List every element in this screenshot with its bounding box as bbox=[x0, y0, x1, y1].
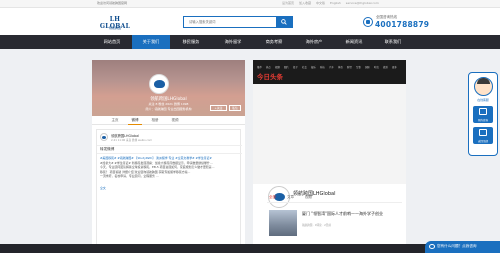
post-heading: 转发微博 bbox=[100, 147, 115, 151]
chinese-link[interactable]: 中文版 bbox=[316, 1, 325, 5]
toutiao-nav-item[interactable]: 汽车 bbox=[329, 65, 334, 69]
toutiao-nav-item[interactable]: 推荐 bbox=[257, 65, 262, 69]
toutiao-nav-item[interactable]: 时尚 bbox=[374, 65, 379, 69]
weibo-post: 领航跨国LHGlobal 2-21 11:06 来自 微博 weibo.com … bbox=[96, 129, 242, 250]
back-to-top-button[interactable]: 返回顶部 bbox=[473, 127, 493, 144]
toutiao-nav-item[interactable]: 娱乐 bbox=[311, 65, 316, 69]
tab-home[interactable]: 主页 bbox=[108, 117, 122, 125]
logo-subtitle: 领航跨国 bbox=[108, 26, 121, 30]
set-homepage-link[interactable]: 设为首页 bbox=[282, 1, 294, 5]
nav-item-immigration[interactable]: 移民服务 bbox=[170, 35, 212, 49]
service-sidebar: 在线客服 预约咨询 返回顶部 bbox=[468, 72, 498, 156]
top-info-bar: 欢迎访问领航跨国官网 设为首页 加入收藏 中文版 English service… bbox=[0, 0, 500, 8]
tab-all[interactable]: 全部 bbox=[269, 195, 276, 200]
english-link[interactable]: English bbox=[330, 1, 341, 5]
toutiao-nav-item[interactable]: 体育 bbox=[338, 65, 343, 69]
weibo-card: 领航跨国LHGlobal 关注 8 粉丝 2621 微博 1098 简介：领航跨… bbox=[92, 60, 245, 250]
arrow-up-icon bbox=[479, 129, 487, 136]
toutiao-header: 推荐 热点 视频 图片 段子 社会 娱乐 科技 汽车 体育 财经 军事 国际 时… bbox=[253, 60, 406, 84]
divider bbox=[97, 153, 242, 154]
tab-weibo[interactable]: 微博 bbox=[128, 117, 142, 125]
tab-album[interactable]: 相册 bbox=[148, 117, 162, 125]
weibo-tabs: 主页 微博 相册 视频 bbox=[92, 116, 245, 125]
online-service-label[interactable]: 在线客服 bbox=[469, 98, 497, 102]
hotline-number: 4001788879 bbox=[375, 20, 430, 29]
nav-item-home[interactable]: 网站首页 bbox=[92, 35, 132, 49]
add-favorite-link[interactable]: 加入收藏 bbox=[299, 1, 311, 5]
toutiao-nav-item[interactable]: 财经 bbox=[347, 65, 352, 69]
toutiao-nav-item[interactable]: 科技 bbox=[320, 65, 325, 69]
post-text: #美国移民# #领航跨国# 【StudyPath】 澳洲留学 专业 #全英文教学… bbox=[100, 156, 238, 179]
toutiao-card: 推荐 热点 视频 图片 段子 社会 娱乐 科技 汽车 体育 财经 军事 国际 时… bbox=[253, 60, 406, 250]
tab-video[interactable]: 视频 bbox=[305, 195, 312, 200]
post-time: 2-21 11:06 来自 微博 weibo.com bbox=[111, 139, 153, 142]
weibo-cover: 领航跨国LHGlobal 关注 8 粉丝 2621 微博 1098 简介：领航跨… bbox=[92, 60, 245, 116]
toutiao-nav-item[interactable]: 社会 bbox=[302, 65, 307, 69]
toutiao-nav-item[interactable]: 军事 bbox=[356, 65, 361, 69]
search-icon bbox=[281, 19, 287, 25]
search-box bbox=[183, 16, 293, 28]
toutiao-logo[interactable]: 今日头条 bbox=[257, 71, 283, 81]
article-meta: 领航跨国 · 0评论 · 2天前 bbox=[302, 224, 331, 227]
toutiao-nav: 推荐 热点 视频 图片 段子 社会 娱乐 科技 汽车 体育 财经 军事 国际 时… bbox=[253, 65, 406, 69]
toutiao-nav-item[interactable]: 更多 bbox=[392, 65, 397, 69]
toutiao-nav-item[interactable]: 视频 bbox=[275, 65, 280, 69]
search-button[interactable] bbox=[276, 17, 292, 27]
site-logo[interactable]: LH GLOBAL 领航跨国 bbox=[96, 16, 134, 34]
nav-item-study[interactable]: 海外留学 bbox=[212, 35, 254, 49]
nav-item-contact[interactable]: 联系我们 bbox=[374, 35, 412, 49]
toutiao-nav-item[interactable]: 图片 bbox=[284, 65, 289, 69]
toutiao-nav-item[interactable]: 段子 bbox=[293, 65, 298, 69]
chat-icon bbox=[429, 244, 435, 249]
weibo-avatar[interactable] bbox=[149, 74, 169, 94]
phone-icon bbox=[363, 17, 373, 27]
follow-button[interactable]: +关注 bbox=[210, 105, 227, 111]
email-link[interactable]: service@lhglobal.com bbox=[346, 1, 379, 5]
article-title[interactable]: 厦门 "领智湾"国际人才前哨——海外学子创业 bbox=[302, 211, 383, 217]
calendar-icon bbox=[479, 108, 487, 115]
toutiao-nav-item[interactable]: 旅游 bbox=[383, 65, 388, 69]
main-nav: 网站首页 关于我们 移民服务 海外留学 商务考察 海外房产 新闻资讯 联系我们 bbox=[0, 35, 500, 49]
nav-item-about[interactable]: 关于我们 bbox=[132, 35, 170, 49]
chat-button[interactable]: 您有什么问题？点我咨询 bbox=[425, 241, 500, 253]
back-to-top-label: 返回顶部 bbox=[477, 140, 488, 143]
toutiao-nav-item[interactable]: 热点 bbox=[266, 65, 271, 69]
top-links: 设为首页 加入收藏 中文版 English service@lhglobal.c… bbox=[282, 1, 383, 5]
search-input[interactable] bbox=[184, 17, 277, 27]
post-avatar[interactable] bbox=[100, 133, 108, 141]
toutiao-banner bbox=[253, 84, 406, 184]
tab-article[interactable]: 文章 bbox=[287, 195, 294, 200]
nav-item-business[interactable]: 商务考察 bbox=[254, 35, 294, 49]
nav-item-property[interactable]: 海外房产 bbox=[294, 35, 334, 49]
appointment-button[interactable]: 预约咨询 bbox=[473, 106, 493, 123]
divider bbox=[267, 202, 402, 203]
appointment-label: 预约咨询 bbox=[477, 119, 488, 122]
customer-service-avatar-icon[interactable] bbox=[474, 77, 493, 96]
content-area bbox=[0, 49, 500, 244]
chat-label: 您有什么问题？点我咨询 bbox=[437, 244, 477, 248]
divider bbox=[97, 145, 242, 146]
toutiao-nav-item[interactable]: 国际 bbox=[365, 65, 370, 69]
toutiao-account-name[interactable]: 领航跨国LHGlobal bbox=[293, 190, 336, 197]
tab-video[interactable]: 视频 bbox=[168, 117, 182, 125]
logo-text: LH GLOBAL bbox=[99, 16, 131, 30]
welcome-text: 欢迎访问领航跨国官网 bbox=[97, 1, 128, 5]
read-more-link[interactable]: 全文 bbox=[100, 186, 106, 190]
message-button[interactable]: 私信 bbox=[229, 105, 241, 111]
nav-item-news[interactable]: 新闻资讯 bbox=[334, 35, 374, 49]
article-thumbnail[interactable] bbox=[269, 210, 297, 236]
post-line: 一流学府，名校申请，专业顾问，全程服务 … bbox=[100, 174, 159, 179]
